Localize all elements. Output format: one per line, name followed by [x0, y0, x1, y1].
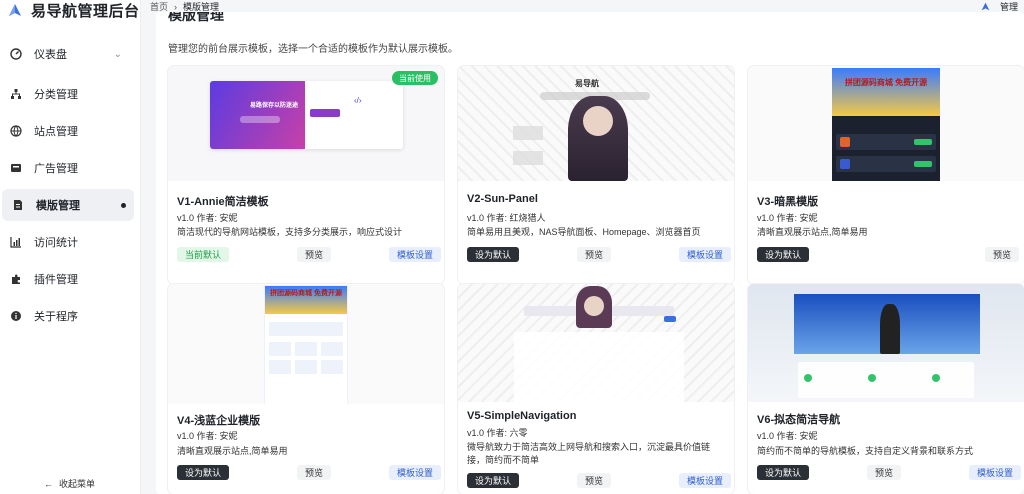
template-settings-button[interactable]: 模板设置: [389, 465, 442, 480]
template-thumbnail[interactable]: [458, 284, 734, 402]
set-default-button[interactable]: 设为默认: [177, 465, 230, 480]
current-default-button[interactable]: 当前默认: [177, 247, 230, 262]
sidebar-item-label: 模版管理: [36, 200, 80, 212]
main-content: 模版管理 管理您的前台展示模板，选择一个合适的模板作为默认展示模板。 易路保存以…: [156, 12, 1024, 494]
template-description: 简洁现代的导航网站模板，支持多分类展示，响应式设计: [177, 227, 403, 237]
template-title: V3-暗黑模版: [757, 196, 819, 208]
preview-button[interactable]: 预览: [297, 247, 332, 262]
sidebar-item-stats[interactable]: 访问统计: [0, 226, 134, 258]
arrow-left-icon: ←: [44, 478, 53, 489]
template-description: 清晰直观展示站点,简单易用: [177, 446, 288, 456]
template-description: 微导航致力于简洁高效上网导航和搜索入口，沉淀最具价值链接，简约而不简单: [467, 442, 711, 465]
preview-button[interactable]: 预览: [577, 473, 612, 488]
plugin-icon: [10, 273, 22, 285]
set-default-button[interactable]: 设为默认: [757, 465, 810, 480]
logo-icon: [9, 4, 21, 16]
template-meta: v1.0 作者: 六零: [467, 428, 528, 438]
template-description: 简单易用且美观，NAS导航面板、Homepage、浏览器首页: [467, 227, 701, 237]
set-default-button[interactable]: 设为默认: [467, 247, 520, 262]
preview-button[interactable]: 预览: [985, 247, 1020, 262]
sidebar-item-dashboard[interactable]: 仪表盘 ⌄: [0, 38, 134, 70]
template-meta: v1.0 作者: 安妮: [757, 431, 818, 441]
sidebar-item-label: 仪表盘: [34, 49, 67, 61]
set-default-button[interactable]: 设为默认: [467, 473, 520, 488]
sidebar-item-label: 分类管理: [34, 89, 78, 101]
set-default-button[interactable]: 设为默认: [757, 247, 810, 262]
template-title: V5-SimpleNavigation: [467, 410, 577, 422]
thumb-label: 易导航: [575, 79, 599, 88]
sidebar-item-about[interactable]: 关于程序: [0, 300, 134, 332]
template-description: 清晰直观展示站点,简单易用: [757, 227, 868, 237]
sidebar-item-label: 插件管理: [34, 274, 78, 286]
template-settings-button[interactable]: 模板设置: [679, 473, 732, 488]
template-description: 简约而不简单的导航模板，支持自定义背景和联系方式: [757, 446, 974, 456]
collapse-menu-button[interactable]: ← 收起菜单: [44, 477, 95, 490]
template-card: 易导航 V2-Sun-Panel v1.0 作者: 红烧猎人 简单易用且美观，N…: [458, 66, 734, 284]
template-card: 拼团源码商城 免费开源 V3-暗黑模版 v1.0 作者: 安妮 清晰直观展示站点…: [748, 66, 1024, 284]
stats-icon: [10, 236, 22, 248]
chevron-right-icon: ›: [174, 1, 178, 12]
template-card: V5-SimpleNavigation v1.0 作者: 六零 微导航致力于简洁…: [458, 284, 734, 494]
sidebar-item-templates[interactable]: 模版管理: [2, 189, 134, 221]
template-settings-button[interactable]: 模板设置: [969, 465, 1022, 480]
topbar: 首页 › 模版管理 管理: [141, 0, 1024, 13]
chevron-down-icon: ⌄: [113, 48, 122, 60]
brand-title: 易导航管理后台: [31, 2, 140, 20]
page-title: 模版管理: [168, 12, 224, 23]
sidebar-item-label: 广告管理: [34, 163, 78, 175]
logo-icon: [981, 2, 990, 11]
template-thumbnail[interactable]: 拼团源码商城 免费开源: [748, 66, 1024, 181]
template-card: V6-拟态简洁导航 v1.0 作者: 安妮 简约而不简单的导航模板，支持自定义背…: [748, 284, 1024, 494]
active-dot: [121, 202, 126, 208]
ad-icon: [10, 162, 22, 174]
sidebar-item-ads[interactable]: 广告管理: [0, 152, 134, 184]
thumb-banner-text: 易路保存以防迷途: [250, 103, 299, 109]
template-thumbnail[interactable]: [748, 284, 1024, 402]
sidebar-item-category[interactable]: 分类管理: [0, 78, 134, 110]
template-title: V1-Annie简洁模板: [177, 196, 269, 208]
template-title: V6-拟态简洁导航: [757, 414, 841, 426]
category-icon: [10, 88, 22, 100]
sidebar-item-label: 站点管理: [34, 126, 78, 138]
sidebar: 易导航管理后台 仪表盘 ⌄ 分类管理 站点管理 广告管理 模版管理 访问统计 插…: [0, 0, 141, 494]
thumb-promo-text: 拼团源码商城 免费开源: [844, 78, 928, 87]
template-meta: v1.0 作者: 安妮: [177, 213, 238, 223]
info-icon: [10, 310, 22, 322]
preview-button[interactable]: 预览: [577, 247, 612, 262]
template-thumbnail[interactable]: 拼团源码商城 免费开源: [168, 284, 444, 404]
template-settings-button[interactable]: 模板设置: [679, 247, 732, 262]
collapse-menu-label: 收起菜单: [59, 479, 96, 489]
template-meta: v1.0 作者: 安妮: [757, 213, 818, 223]
template-thumbnail[interactable]: 易导航: [458, 66, 734, 181]
sidebar-item-label: 访问统计: [34, 237, 78, 249]
sidebar-item-plugins[interactable]: 插件管理: [0, 263, 134, 295]
dashboard-icon: [10, 48, 22, 60]
globe-icon: [10, 125, 22, 137]
template-title: V4-浅蓝企业模版: [177, 415, 261, 427]
sidebar-item-label: 关于程序: [34, 311, 78, 323]
template-settings-button[interactable]: 模板设置: [389, 247, 442, 262]
template-card: 易路保存以防迷途 ‹/› 当前使用 V1-Annie简洁模板 v1.0 作者: …: [168, 66, 444, 284]
template-card: 拼团源码商城 免费开源 V4-浅蓝企业模版 v1.0 作者: 安妮 清晰直观展示…: [168, 284, 444, 494]
brand[interactable]: 易导航管理后台: [8, 0, 140, 20]
preview-button[interactable]: 预览: [297, 465, 332, 480]
current-use-badge: 当前使用: [392, 71, 438, 85]
template-meta: v1.0 作者: 安妮: [177, 431, 238, 441]
template-title: V2-Sun-Panel: [467, 193, 538, 205]
page-description: 管理您的前台展示模板，选择一个合适的模板作为默认展示模板。: [168, 44, 458, 55]
template-meta: v1.0 作者: 红烧猎人: [467, 213, 546, 223]
thumb-promo-text: 拼团源码商城 免费开源: [270, 290, 342, 297]
template-icon: [12, 199, 24, 211]
preview-button[interactable]: 预览: [867, 465, 902, 480]
sidebar-item-sites[interactable]: 站点管理: [0, 115, 134, 147]
